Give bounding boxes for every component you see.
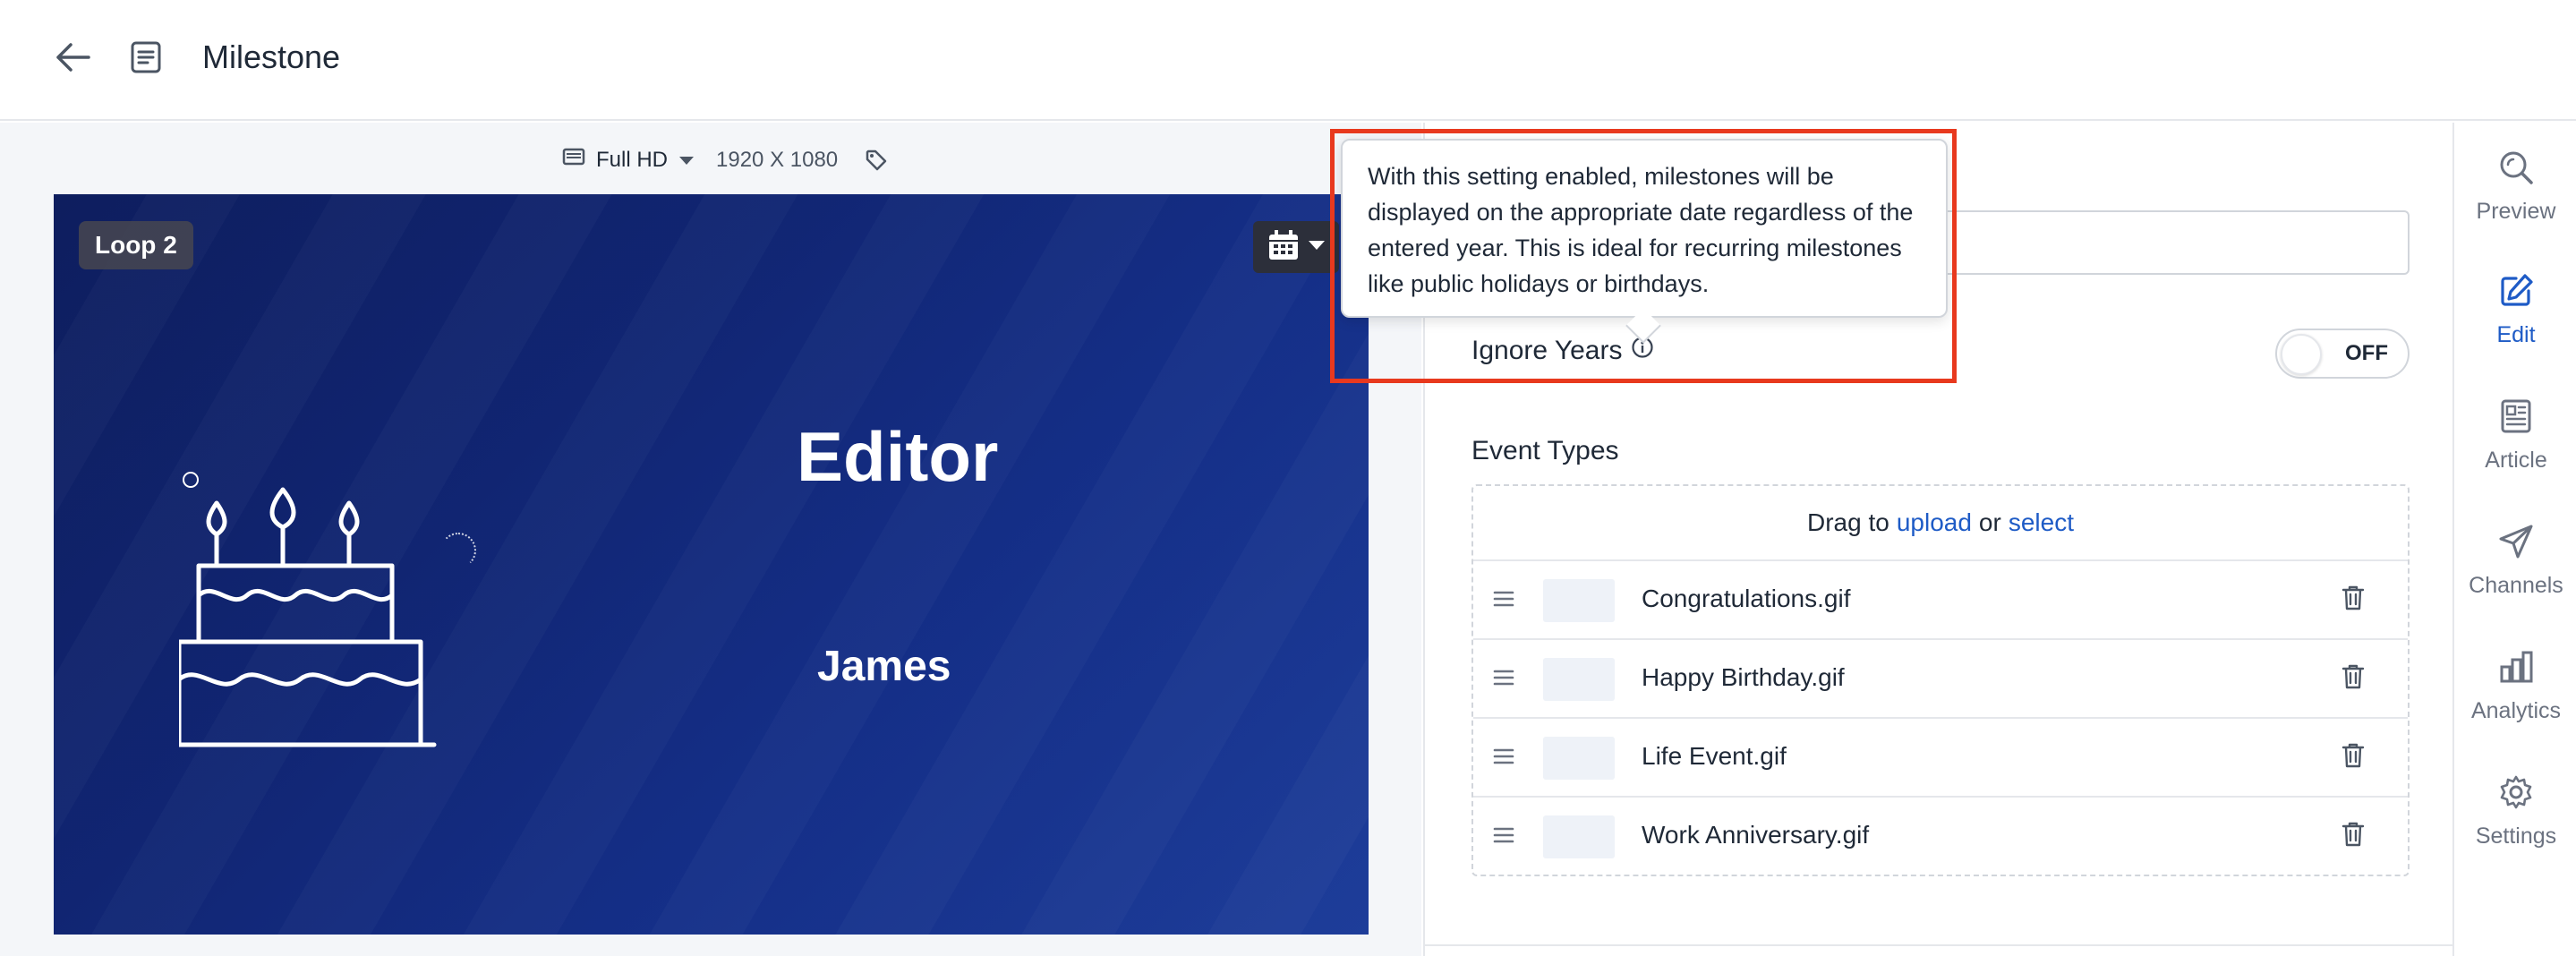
rail-item-label: Article [2485, 448, 2547, 473]
send-icon [2498, 524, 2534, 564]
rail-item-preview[interactable]: Preview [2454, 149, 2576, 257]
list-item: Life Event.gif [1473, 719, 2408, 798]
calendar-dropdown-button[interactable] [1253, 221, 1339, 273]
drag-handle-icon[interactable] [1493, 588, 1514, 614]
event-types-dropzone[interactable]: Drag to upload or select Congratulations… [1471, 484, 2410, 876]
rail-item-article[interactable]: Article [2454, 398, 2576, 506]
resolution-dims: 1920 X 1080 [716, 148, 839, 172]
trash-icon[interactable] [2341, 821, 2365, 852]
rail-item-channels[interactable]: Channels [2454, 524, 2576, 631]
rail-item-settings[interactable]: Settings [2454, 774, 2576, 882]
ignore-years-toggle[interactable]: OFF [2275, 329, 2410, 379]
file-name: Congratulations.gif [1642, 585, 1851, 612]
toggle-state-text: OFF [2345, 341, 2388, 365]
trash-icon[interactable] [2341, 585, 2365, 616]
monitor-icon [562, 148, 585, 174]
rail-item-edit[interactable]: Edit [2454, 273, 2576, 380]
rail-item-label: Channels [2469, 573, 2563, 598]
tag-icon[interactable] [865, 149, 888, 172]
resolution-select[interactable]: Full HD [596, 148, 668, 173]
list-item: Happy Birthday.gif [1473, 640, 2408, 719]
gear-icon [2498, 774, 2534, 815]
document-icon [128, 39, 164, 75]
file-name: Work Anniversary.gif [1642, 821, 1870, 849]
list-item: Congratulations.gif [1473, 561, 2408, 640]
page-title: Milestone [202, 38, 341, 75]
drag-handle-icon[interactable] [1493, 746, 1514, 772]
birthday-cake-icon [167, 472, 465, 763]
canvas-title-text: Editor [797, 417, 999, 496]
nav-rail: Preview Edit Article Channels Analytics … [2452, 123, 2576, 956]
file-thumbnail [1543, 815, 1615, 858]
file-thumbnail [1543, 579, 1615, 622]
event-types-label: Event Types [1471, 436, 1619, 465]
article-icon [2498, 398, 2534, 439]
list-item: Work Anniversary.gif [1473, 798, 2408, 876]
canvas-name-text: James [817, 643, 951, 690]
drop-hint-prefix: Drag to [1807, 508, 1889, 536]
chevron-down-icon[interactable] [678, 148, 695, 173]
drag-handle-icon[interactable] [1493, 667, 1514, 693]
file-name: Life Event.gif [1642, 742, 1787, 770]
edit-icon [2498, 273, 2534, 313]
toggle-knob [2281, 334, 2322, 375]
trash-icon[interactable] [2341, 742, 2365, 773]
trash-icon[interactable] [2341, 663, 2365, 695]
rail-item-label: Settings [2475, 824, 2557, 849]
rail-item-label: Preview [2476, 199, 2556, 224]
preview-area: Full HD 1920 X 1080 Loop 2 Editor James [0, 123, 1421, 956]
chevron-down-icon [1308, 239, 1326, 255]
search-doc-icon [2498, 149, 2534, 190]
rail-item-label: Edit [2496, 322, 2536, 347]
select-link[interactable]: select [2009, 508, 2074, 537]
back-arrow-icon[interactable] [52, 39, 93, 75]
file-thumbnail [1543, 658, 1615, 701]
upload-link[interactable]: upload [1897, 508, 1972, 537]
drop-hint-middle: or [1978, 508, 2001, 536]
highlight-box [1330, 129, 1957, 383]
calendar-icon [1267, 228, 1301, 267]
drop-hint: Drag to upload or select [1473, 486, 2408, 561]
bar-chart-icon [2498, 649, 2534, 689]
app-header: Milestone [0, 0, 2576, 121]
file-thumbnail [1543, 737, 1615, 780]
preview-canvas: Loop 2 Editor James [54, 194, 1369, 935]
rail-item-label: Analytics [2470, 698, 2562, 723]
rail-item-analytics[interactable]: Analytics [2454, 649, 2576, 756]
loop-badge: Loop 2 [79, 221, 193, 269]
resolution-bar: Full HD 1920 X 1080 [562, 142, 888, 178]
drag-handle-icon[interactable] [1493, 824, 1514, 850]
divider [1425, 944, 2452, 946]
file-name: Happy Birthday.gif [1642, 663, 1845, 691]
